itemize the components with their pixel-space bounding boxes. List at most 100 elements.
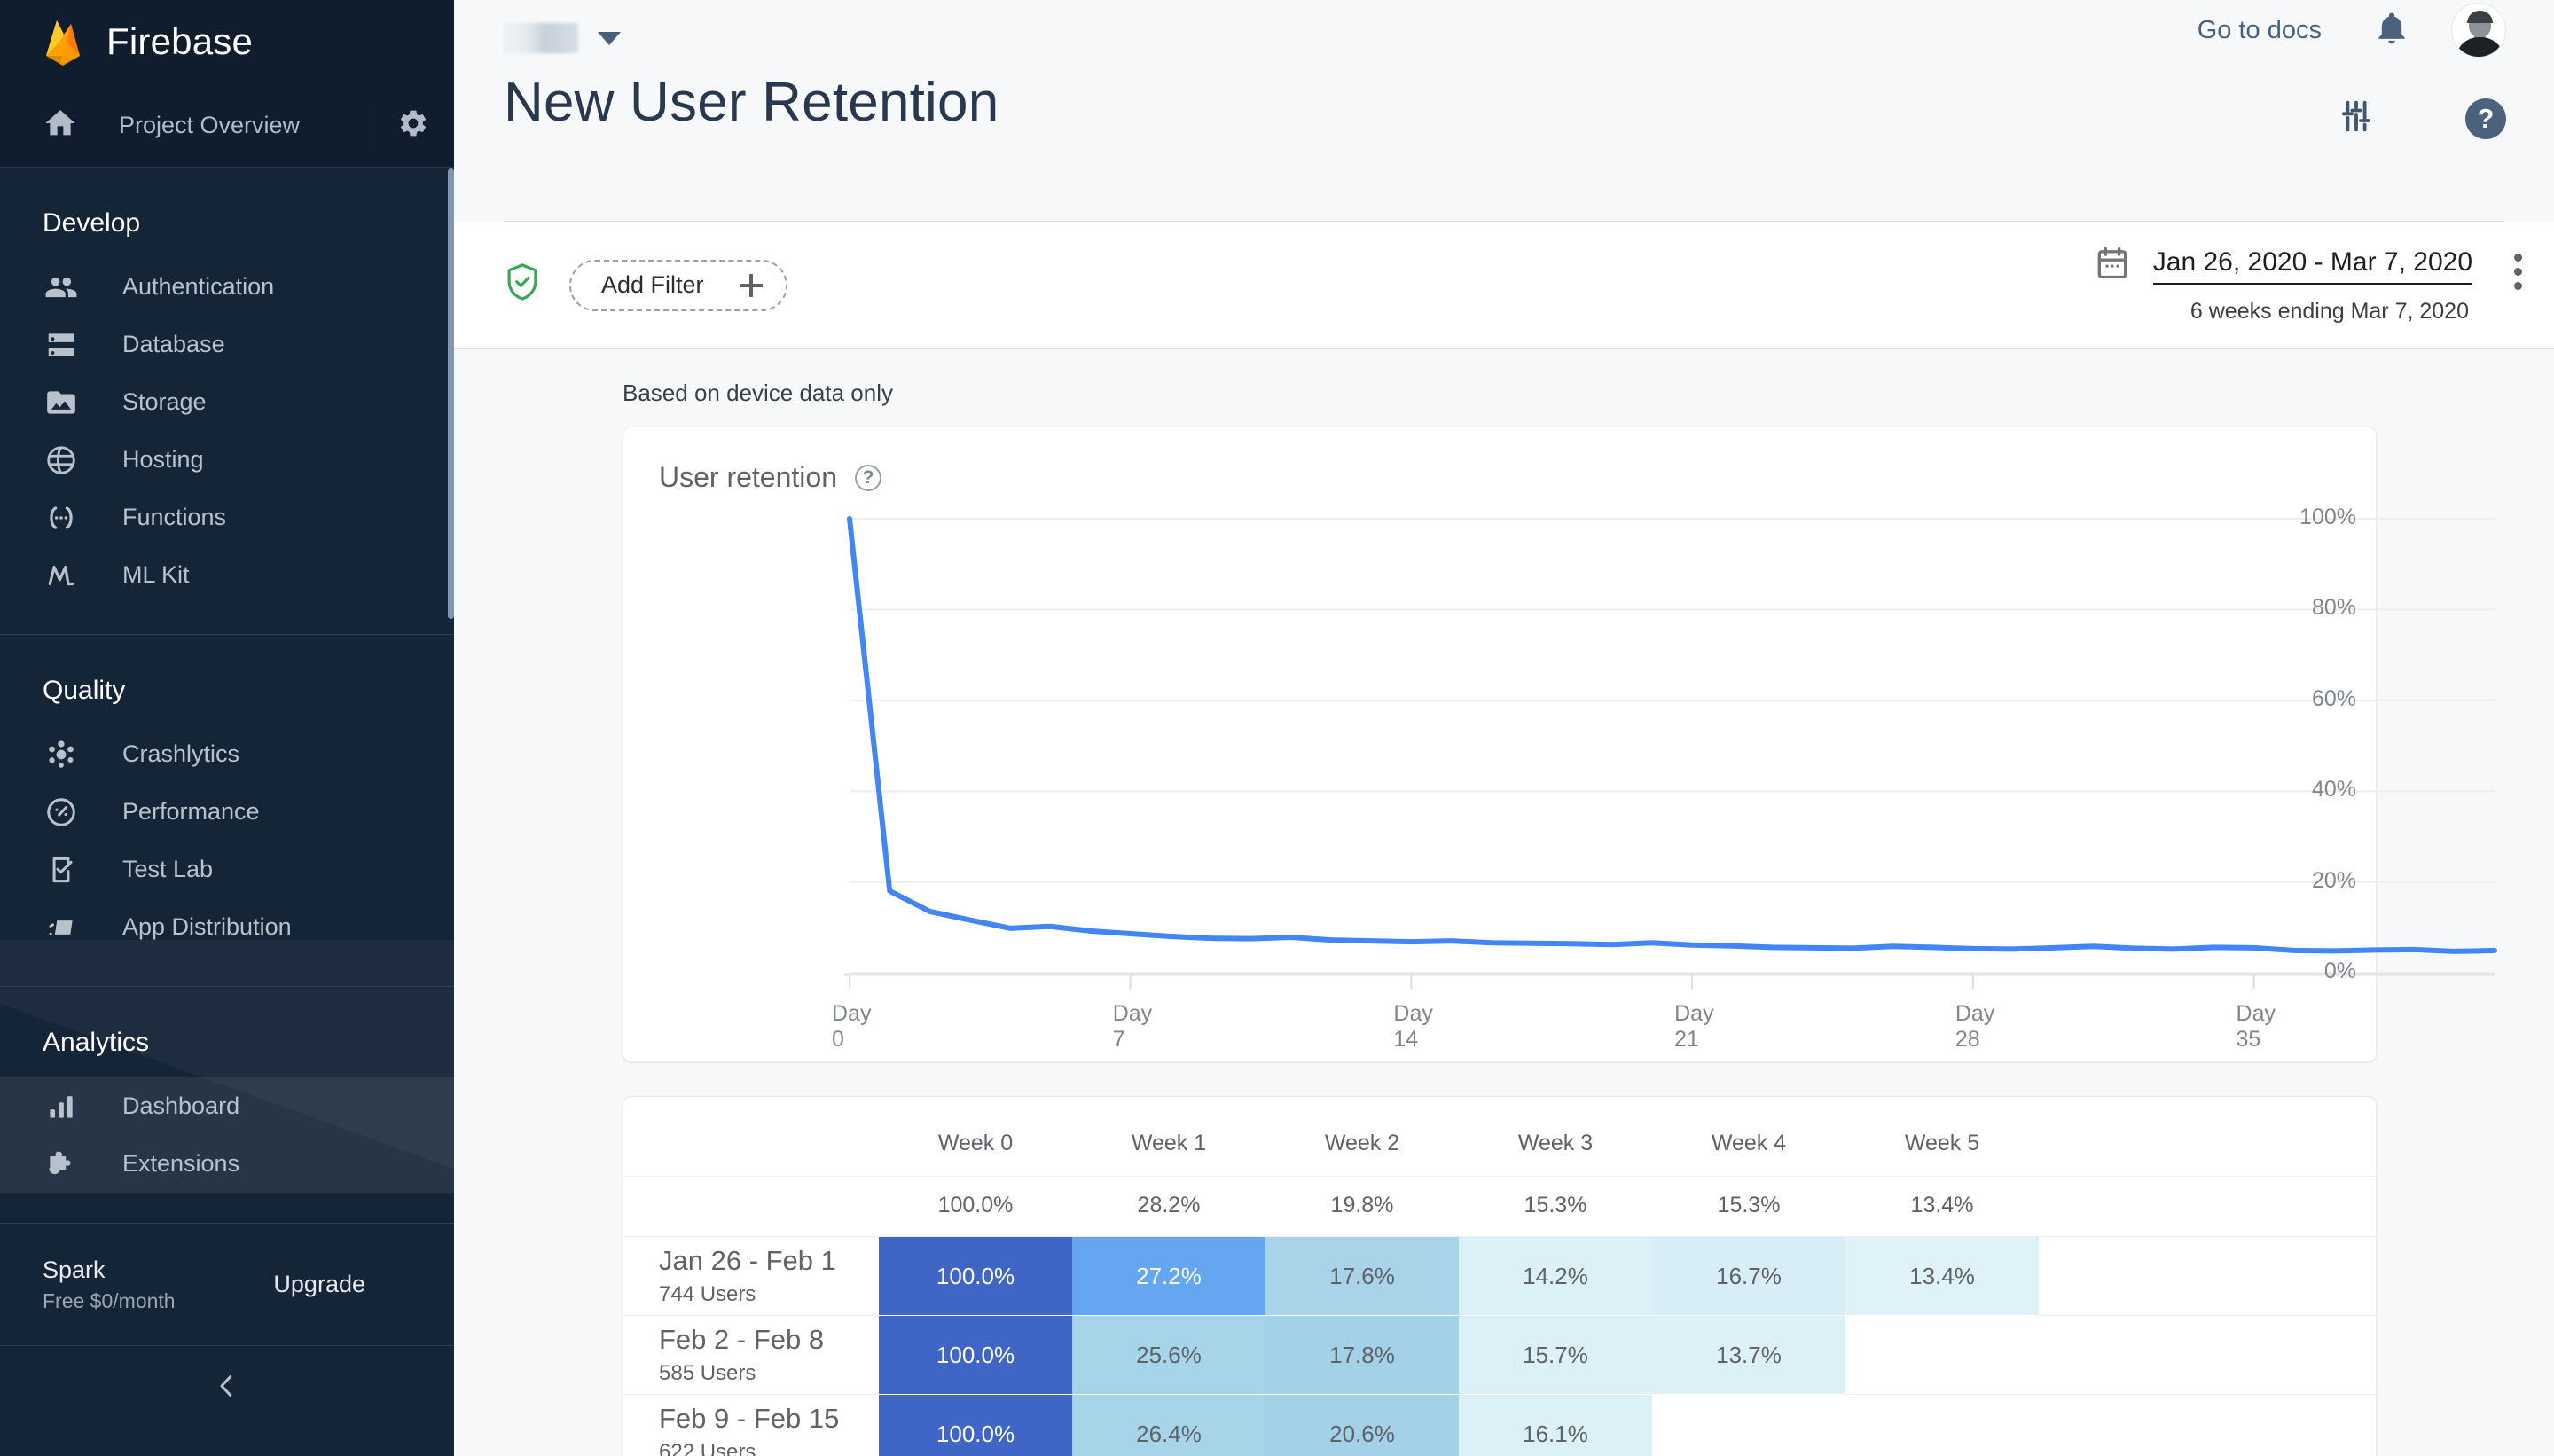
project-settings-button[interactable] <box>372 107 454 144</box>
go-to-docs-link[interactable]: Go to docs <box>2198 16 2322 45</box>
avatar-hair <box>2467 11 2493 23</box>
retention-cell-value: 20.6% <box>1265 1395 1459 1456</box>
retention-cell-week-4: 16.7% <box>1652 1237 1845 1316</box>
retention-cell-week-1: 26.4% <box>1072 1395 1265 1456</box>
sidebar-section-develop: Develop Authentication Database Storage <box>0 168 454 635</box>
sidebar-item-functions[interactable]: Functions <box>0 489 454 546</box>
retention-cell-week-0: 100.0% <box>879 1395 1072 1456</box>
retention-cell-value: 26.4% <box>1072 1395 1265 1456</box>
retention-cell-value: 17.6% <box>1265 1237 1459 1315</box>
sidebar-item-project-overview[interactable]: Project Overview <box>0 83 454 168</box>
retention-cell-empty <box>1845 1395 2039 1456</box>
average-week-2: 19.8% <box>1265 1177 1459 1237</box>
x-axis-tick: Day14 <box>1393 1001 1432 1053</box>
user-retention-chart-card: User retention ? 0%20%40%60%80%100% Day0… <box>623 427 2377 1062</box>
retention-cell-value: 15.7% <box>1459 1316 1652 1394</box>
plan-name: Spark <box>43 1256 273 1286</box>
retention-cell-week-2: 20.6% <box>1265 1395 1459 1456</box>
date-range-value[interactable]: Jan 26, 2020 - Mar 7, 2020 <box>2153 247 2472 285</box>
ml-kit-icon <box>43 559 80 592</box>
sidebar-item-label: App Distribution <box>122 913 292 941</box>
row-label: Feb 2 - Feb 8 585 Users <box>623 1316 879 1395</box>
sidebar-item-app-distribution[interactable]: App Distribution <box>0 898 454 956</box>
retention-cell-week-5: 13.4% <box>1845 1237 2039 1316</box>
table-row[interactable]: Feb 2 - Feb 8585 Users100.0%25.6%17.8%15… <box>623 1316 2376 1395</box>
sidebar-item-label: Database <box>122 331 225 358</box>
row-spacer <box>2039 1316 2376 1395</box>
row-spacer <box>2039 1395 2376 1456</box>
sidebar-item-hosting[interactable]: Hosting <box>0 431 454 489</box>
tune-sliders-icon[interactable] <box>2336 96 2377 141</box>
retention-cell-week-2: 17.6% <box>1265 1237 1459 1316</box>
top-bar-actions: Go to docs <box>2198 0 2554 60</box>
retention-table-card: Week 0 Week 1 Week 2 Week 3 Week 4 Week … <box>623 1096 2377 1456</box>
sidebar-item-database[interactable]: Database <box>0 316 454 373</box>
help-question-icon[interactable]: ? <box>2465 98 2506 139</box>
y-axis-labels: 0%20%40%60%80%100% <box>2232 503 2356 999</box>
user-avatar[interactable] <box>2451 3 2506 58</box>
retention-cell-value: 16.7% <box>1652 1237 1845 1315</box>
retention-cell-week-4: 13.7% <box>1652 1316 1845 1395</box>
retention-cell-week-1: 25.6% <box>1072 1316 1265 1395</box>
sidebar-item-storage[interactable]: Storage <box>0 373 454 431</box>
column-header-week-1: Week 1 <box>1072 1097 1265 1177</box>
x-axis-tick: Day7 <box>1113 1001 1152 1053</box>
sidebar-collapse-button[interactable] <box>0 1346 454 1431</box>
x-axis-labels: Day0Day7Day14Day21Day28Day35 <box>623 1001 2376 1063</box>
billing-plan[interactable]: Spark Free $0/month Upgrade <box>0 1224 454 1346</box>
sidebar-item-extensions[interactable]: Extensions <box>0 1135 454 1193</box>
sidebar-item-ml-kit[interactable]: ML Kit <box>0 546 454 604</box>
sidebar-item-label: Test Lab <box>122 856 213 883</box>
sidebar-item-label: Extensions <box>122 1150 239 1178</box>
x-axis-tick: Day21 <box>1674 1001 1713 1053</box>
card-title-row: User retention ? <box>623 427 2376 494</box>
more-vert-icon[interactable] <box>2514 254 2522 296</box>
upgrade-button[interactable]: Upgrade <box>273 1271 454 1298</box>
y-axis-tick: 20% <box>2312 868 2356 894</box>
calendar-icon <box>2095 245 2130 286</box>
table-row[interactable]: Feb 9 - Feb 15622 Users100.0%26.4%20.6%1… <box>623 1395 2376 1456</box>
row-date-range: Feb 2 - Feb 8 <box>659 1324 879 1356</box>
y-axis-tick: 0% <box>2324 959 2356 984</box>
dot <box>2514 268 2522 276</box>
notifications-bell-icon[interactable] <box>2373 10 2410 51</box>
add-filter-label: Add Filter <box>601 271 704 299</box>
sidebar: Firebase Project Overview Develop Aut <box>0 0 454 1456</box>
date-range-picker[interactable]: Jan 26, 2020 - Mar 7, 2020 6 weeks endin… <box>2095 245 2472 325</box>
row-spacer <box>2039 1177 2376 1237</box>
shield-check-icon <box>504 262 541 309</box>
sidebar-item-label: Functions <box>122 504 226 531</box>
brand-logo[interactable]: Firebase <box>0 0 454 83</box>
header-spacer <box>623 1097 843 1177</box>
retention-cell-week-1: 27.2% <box>1072 1237 1265 1316</box>
retention-line-chart: 0%20%40%60%80%100% Day0Day7Day14Day21Day… <box>623 503 2376 1061</box>
retention-cell-week-3: 15.7% <box>1459 1316 1652 1395</box>
column-header-week-4: Week 4 <box>1652 1097 1845 1177</box>
y-axis-tick: 40% <box>2312 777 2356 802</box>
add-filter-button[interactable]: Add Filter <box>569 260 787 311</box>
average-week-0: 100.0% <box>879 1177 1072 1237</box>
app-distribution-icon <box>43 911 80 944</box>
firebase-flame-icon <box>43 17 83 67</box>
sidebar-item-authentication[interactable]: Authentication <box>0 258 454 316</box>
row-label: Jan 26 - Feb 1744 Users <box>623 1237 879 1316</box>
gear-icon <box>397 107 429 144</box>
dot <box>2514 254 2522 262</box>
globe-icon <box>43 443 80 477</box>
retention-cell-value: 100.0% <box>879 1395 1072 1456</box>
people-icon <box>43 270 80 304</box>
row-date-range: Feb 9 - Feb 15 <box>659 1403 879 1435</box>
retention-cell-value: 13.7% <box>1652 1316 1845 1394</box>
table-row[interactable]: Jan 26 - Feb 1744 Users100.0%27.2%17.6%1… <box>623 1237 2376 1316</box>
puzzle-icon <box>43 1147 80 1181</box>
retention-cell-value: 13.4% <box>1845 1237 2039 1315</box>
page-title: New User Retention <box>504 53 2554 134</box>
sidebar-item-crashlytics[interactable]: Crashlytics <box>0 725 454 783</box>
firebase-console: Firebase Project Overview Develop Aut <box>0 0 2554 1456</box>
help-question-icon[interactable]: ? <box>855 465 881 491</box>
sidebar-item-test-lab[interactable]: Test Lab <box>0 841 454 898</box>
sidebar-item-performance[interactable]: Performance <box>0 783 454 841</box>
sidebar-item-dashboard[interactable]: Dashboard <box>0 1077 454 1135</box>
row-user-count: 585 Users <box>659 1361 879 1386</box>
filter-bar: Add Filter Jan 26, 2020 - Mar 7, 2 <box>454 222 2554 349</box>
